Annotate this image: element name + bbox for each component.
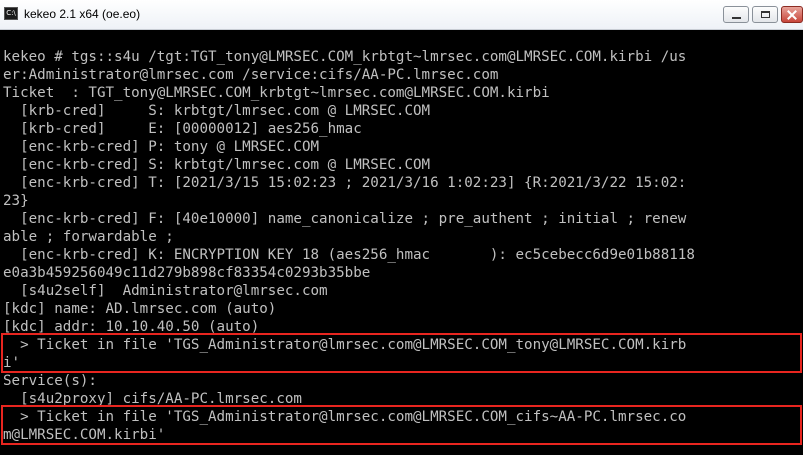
console-line: [krb-cred] E: [00000012] aes256_hmac	[3, 121, 362, 137]
console-line: i'	[3, 355, 21, 371]
console-line: [krb-cred] S: krbtgt/lmrsec.com @ LMRSEC…	[3, 103, 431, 119]
console-line: [enc-krb-cred] P: tony @ LMRSEC.COM	[3, 139, 320, 155]
console-line: e0a3b459256049c11d279b898cf83354c0293b35…	[3, 265, 371, 281]
console-line: [enc-krb-cred] F: [40e10000] name_canoni…	[3, 211, 687, 227]
console-window: C:\ kekeo 2.1 x64 (oe.eo) kekeo # tgs::s…	[0, 0, 803, 455]
console-line: > Ticket in file 'TGS_Administrator@lmrs…	[3, 409, 687, 425]
console-line: able ; forwardable ;	[3, 229, 174, 245]
console-line: [kdc] name: AD.lmrsec.com (auto)	[3, 301, 277, 317]
maximize-button[interactable]	[752, 6, 778, 23]
console-line: [s4u2proxy] cifs/AA-PC.lmrsec.com	[3, 391, 302, 407]
console-line: 23}	[3, 193, 29, 209]
console-output[interactable]: kekeo # tgs::s4u /tgt:TGT_tony@LMRSEC.CO…	[0, 30, 803, 455]
console-icon[interactable]: C:\	[4, 7, 18, 20]
console-line: m@LMRSEC.COM.kirbi'	[3, 427, 166, 443]
console-line: [kdc] addr: 10.10.40.50 (auto)	[3, 319, 260, 335]
console-line: > Ticket in file 'TGS_Administrator@lmrs…	[3, 337, 687, 353]
console-line: [enc-krb-cred] K: ENCRYPTION KEY 18 (aes…	[3, 247, 695, 263]
console-line: [enc-krb-cred] T: [2021/3/15 15:02:23 ; …	[3, 175, 687, 191]
console-line: er:Administrator@lmrsec.com /service:cif…	[3, 67, 499, 83]
minimize-button[interactable]	[723, 6, 749, 23]
console-line: [s4u2self] Administrator@lmrsec.com	[3, 283, 328, 299]
close-button[interactable]	[781, 6, 803, 23]
console-line: kekeo # tgs::s4u /tgt:TGT_tony@LMRSEC.CO…	[3, 49, 687, 65]
title-bar[interactable]: C:\ kekeo 2.1 x64 (oe.eo)	[0, 0, 803, 30]
console-line: Service(s):	[3, 373, 97, 389]
console-line: Ticket : TGT_tony@LMRSEC.COM_krbtgt~lmrs…	[3, 85, 550, 101]
console-line: [enc-krb-cred] S: krbtgt/lmrsec.com @ LM…	[3, 157, 431, 173]
window-title: kekeo 2.1 x64 (oe.eo)	[24, 7, 141, 21]
